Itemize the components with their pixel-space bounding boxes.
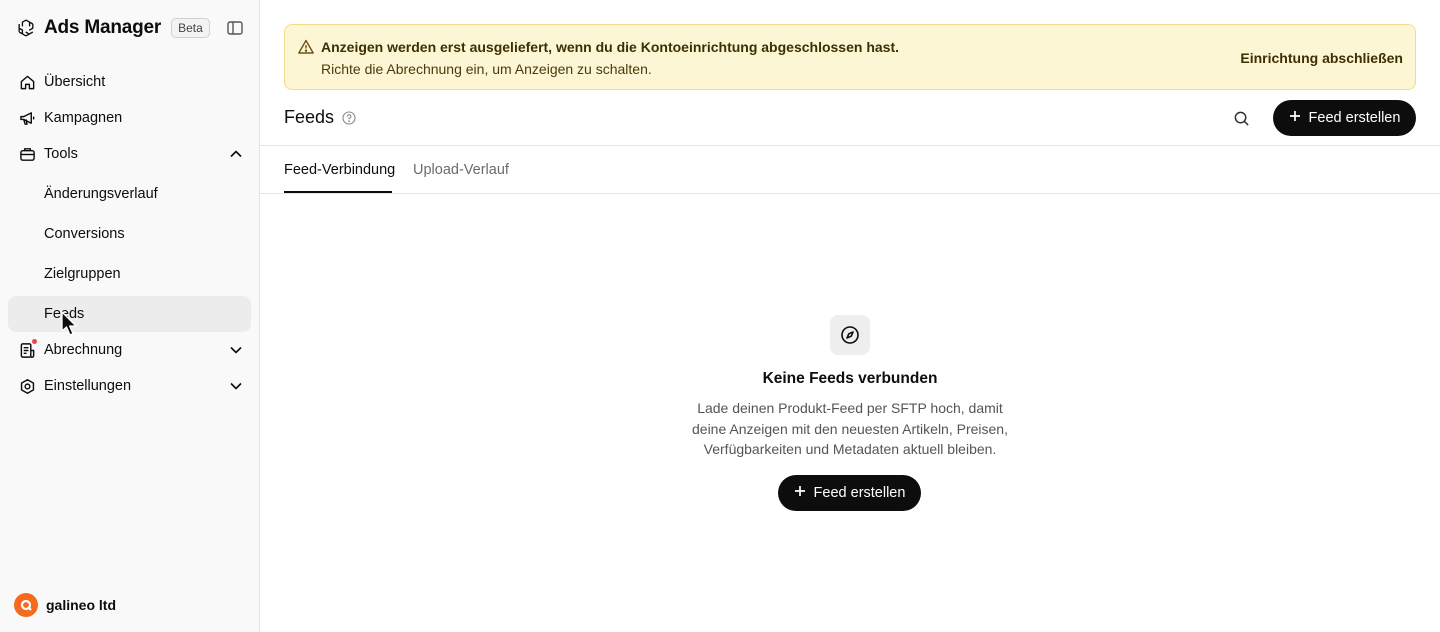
app-title: Ads Manager: [44, 17, 162, 38]
sidebar-item-change-history[interactable]: Änderungsverlauf: [8, 176, 251, 212]
sidebar-item-settings[interactable]: Einstellungen: [8, 368, 251, 404]
search-icon[interactable]: [1230, 107, 1252, 129]
account-switcher[interactable]: galineo ltd: [14, 592, 116, 618]
sidebar-item-label: Kampagnen: [44, 110, 123, 126]
tab-upload-history[interactable]: Upload-Verlauf: [413, 162, 509, 178]
sidebar-item-audiences[interactable]: Zielgruppen: [8, 256, 251, 292]
plus-icon: [794, 485, 806, 501]
create-feed-button[interactable]: Feed erstellen: [1273, 100, 1416, 136]
banner-subtitle: Richte die Abrechnung ein, um Anzeigen z…: [321, 61, 652, 77]
sidebar-item-label: Conversions: [44, 226, 125, 242]
sidebar-item-label: Tools: [44, 146, 78, 162]
sidebar-item-billing[interactable]: Abrechnung: [8, 332, 251, 368]
notification-dot: [31, 338, 38, 345]
avatar: [14, 593, 38, 617]
compass-icon: [830, 315, 870, 355]
warning-icon: [297, 38, 315, 56]
chevron-down-icon: [229, 379, 243, 393]
sidebar: Ads Manager Beta Übersicht Kampagnen Too…: [0, 0, 260, 632]
create-feed-label: Feed erstellen: [1308, 110, 1401, 126]
sidebar-item-conversions[interactable]: Conversions: [8, 216, 251, 252]
sidebar-item-label: Zielgruppen: [44, 266, 121, 282]
header-divider: [260, 145, 1440, 146]
gear-icon: [18, 377, 36, 395]
sidebar-item-label: Abrechnung: [44, 342, 123, 358]
beta-badge: Beta: [171, 18, 210, 38]
sidebar-item-overview[interactable]: Übersicht: [8, 64, 251, 100]
plus-icon: [1289, 110, 1301, 126]
toolbox-icon: [18, 145, 36, 163]
sidebar-item-campaigns[interactable]: Kampagnen: [8, 100, 251, 136]
chevron-up-icon: [229, 147, 243, 161]
empty-state-line: Verfügbarkeiten und Metadaten aktuell bl…: [703, 441, 997, 457]
chevron-down-icon: [229, 343, 243, 357]
empty-state-description: Lade deinen Produkt-Feed per SFTP hoch, …: [680, 398, 1020, 460]
setup-warning-banner: Anzeigen werden erst ausgeliefert, wenn …: [284, 24, 1416, 90]
sidebar-item-label: Feeds: [44, 306, 85, 322]
empty-state-line: deine Anzeigen mit den neuesten Artikeln…: [692, 420, 1008, 437]
openai-logo-icon: [16, 18, 36, 38]
sidebar-item-tools[interactable]: Tools: [8, 136, 251, 172]
create-feed-label: Feed erstellen: [813, 485, 906, 501]
home-icon: [18, 73, 36, 91]
sidebar-item-label: Einstellungen: [44, 378, 132, 394]
empty-state-create-feed-button[interactable]: Feed erstellen: [778, 475, 921, 511]
page-title: Feeds: [284, 107, 335, 127]
sidebar-item-label: Übersicht: [44, 74, 106, 90]
help-icon[interactable]: [342, 111, 356, 125]
sidebar-toggle-icon[interactable]: [226, 19, 244, 37]
complete-setup-link[interactable]: Einrichtung abschließen: [1240, 50, 1403, 66]
empty-state-line: Lade deinen Produkt-Feed per SFTP hoch, …: [697, 400, 1003, 416]
tab-feed-connection[interactable]: Feed-Verbindung: [284, 162, 395, 178]
megaphone-icon: [18, 109, 36, 127]
empty-state-title: Keine Feeds verbunden: [762, 370, 938, 387]
sidebar-item-label: Änderungsverlauf: [44, 186, 158, 202]
banner-title: Anzeigen werden erst ausgeliefert, wenn …: [321, 39, 899, 55]
tabs-divider: [260, 193, 1440, 194]
brand: Ads Manager Beta: [16, 16, 210, 40]
account-name: galineo ltd: [46, 597, 116, 613]
sidebar-item-feeds[interactable]: Feeds: [8, 296, 251, 332]
